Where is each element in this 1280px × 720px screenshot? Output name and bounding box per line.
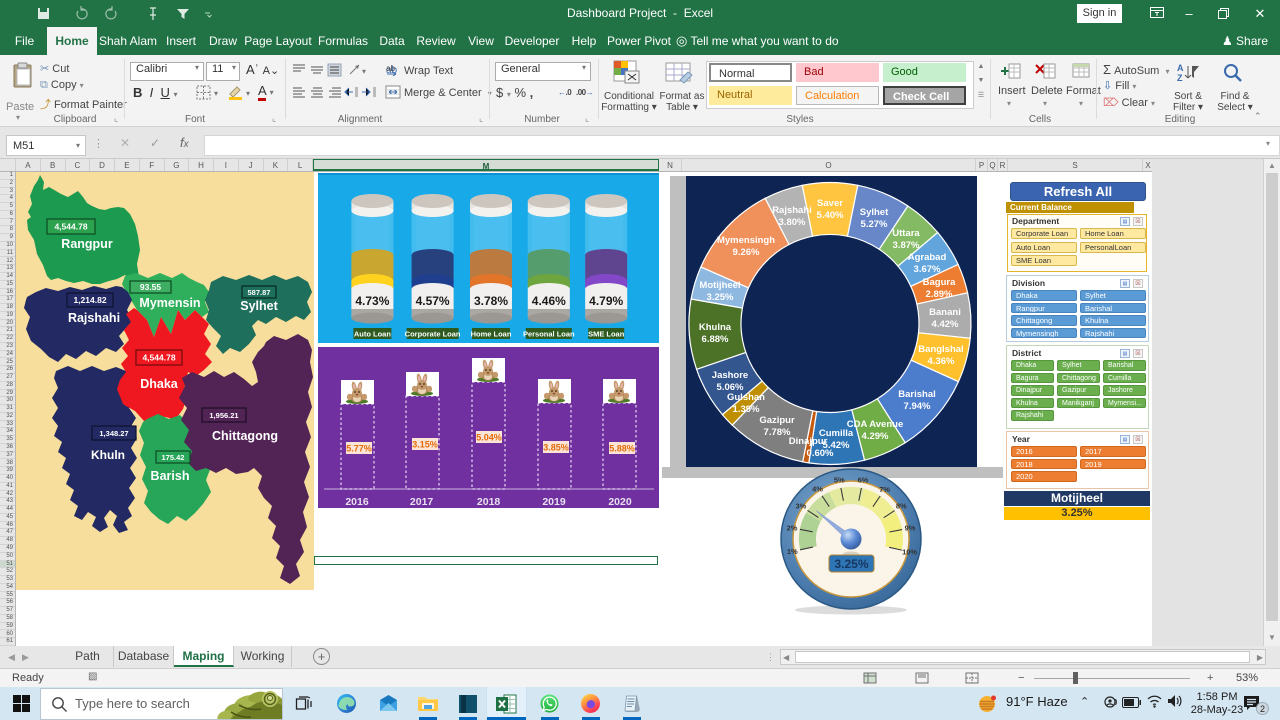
svg-text:Mymensin: Mymensin [139, 296, 200, 310]
svg-text:4%: 4% [812, 485, 823, 494]
svg-text:Dhaka: Dhaka [140, 377, 179, 391]
svg-text:3.25%: 3.25% [707, 292, 734, 303]
svg-text:1.39%: 1.39% [733, 404, 760, 415]
svg-text:Banani: Banani [929, 307, 961, 318]
svg-text:1%: 1% [787, 547, 798, 556]
svg-text:4,544.78: 4,544.78 [142, 353, 175, 363]
svg-text:6.88%: 6.88% [702, 334, 729, 345]
svg-text:3.25%: 3.25% [834, 557, 868, 571]
svg-text:4.79%: 4.79% [589, 294, 623, 308]
svg-text:Rajshahi: Rajshahi [68, 311, 120, 325]
svg-text:4,544.78: 4,544.78 [54, 222, 87, 232]
svg-text:5.40%: 5.40% [817, 210, 844, 221]
svg-text:5.77%: 5.77% [346, 444, 372, 454]
svg-text:2018: 2018 [477, 496, 501, 508]
svg-text:Dinajpur: Dinajpur [789, 436, 828, 447]
svg-text:CDA Avenue: CDA Avenue [847, 419, 903, 430]
svg-text:5.88%: 5.88% [609, 444, 635, 454]
svg-text:93.55: 93.55 [140, 282, 162, 292]
svg-text:3.85%: 3.85% [543, 443, 569, 453]
svg-text:Sylhet: Sylhet [860, 207, 889, 218]
svg-text:4.73%: 4.73% [355, 294, 389, 308]
svg-text:1,956.21: 1,956.21 [209, 411, 238, 420]
svg-text:3%: 3% [795, 502, 806, 511]
svg-text:Gazipur: Gazipur [759, 415, 795, 426]
svg-text:Uttara: Uttara [892, 228, 920, 239]
svg-text:2017: 2017 [410, 496, 434, 508]
svg-text:▾: ▾ [362, 67, 366, 76]
svg-text:2.89%: 2.89% [926, 289, 953, 300]
svg-text:Mymensingh: Mymensingh [717, 235, 775, 246]
svg-text:Personal Loan: Personal Loan [523, 330, 575, 339]
svg-text:0.60%: 0.60% [807, 448, 834, 459]
svg-text:3.87%: 3.87% [893, 240, 920, 251]
svg-text:8%: 8% [896, 502, 907, 511]
svg-text:Agrabad: Agrabad [908, 252, 947, 263]
svg-text:9%: 9% [905, 524, 916, 533]
svg-text:3.67%: 3.67% [914, 264, 941, 275]
svg-text:2019: 2019 [542, 496, 566, 508]
svg-text:3.78%: 3.78% [474, 294, 508, 308]
svg-text:9.26%: 9.26% [733, 247, 760, 258]
svg-text:5%: 5% [834, 476, 845, 485]
svg-text:4.29%: 4.29% [862, 431, 889, 442]
svg-text:1,348.27: 1,348.27 [99, 429, 128, 438]
svg-text:Z: Z [1177, 73, 1183, 83]
svg-text:7.94%: 7.94% [904, 401, 931, 412]
svg-text:A: A [1177, 63, 1184, 73]
svg-text:7%: 7% [879, 485, 890, 494]
svg-text:Bagura: Bagura [923, 277, 956, 288]
svg-text:Chittagong: Chittagong [212, 429, 278, 443]
svg-text:Gulshan: Gulshan [727, 392, 765, 403]
svg-text:3.80%: 3.80% [779, 217, 806, 228]
svg-text:Auto Loan: Auto Loan [354, 330, 391, 339]
svg-text:▾: ▾ [246, 89, 250, 98]
svg-text:4.46%: 4.46% [532, 294, 566, 308]
svg-text:Home Loan: Home Loan [471, 330, 512, 339]
svg-text:7.78%: 7.78% [764, 427, 791, 438]
svg-text:2%: 2% [787, 523, 798, 532]
svg-text:587.87: 587.87 [248, 288, 271, 297]
svg-text:Sylhet: Sylhet [240, 299, 278, 313]
svg-text:5.06%: 5.06% [717, 382, 744, 393]
svg-text:4.57%: 4.57% [416, 294, 450, 308]
svg-text:Barish: Barish [151, 469, 190, 483]
svg-text:▾: ▾ [214, 89, 218, 98]
svg-text:4.42%: 4.42% [932, 319, 959, 330]
svg-text:2016: 2016 [345, 496, 369, 508]
svg-text:Jashore: Jashore [712, 370, 748, 381]
svg-text:Motijheel: Motijheel [699, 280, 740, 291]
svg-text:Barishal: Barishal [898, 389, 936, 400]
svg-text:Banglshal: Banglshal [918, 344, 963, 355]
svg-text:Rangpur: Rangpur [61, 237, 113, 251]
svg-text:6%: 6% [858, 476, 869, 485]
svg-text:1,214.82: 1,214.82 [73, 295, 106, 305]
svg-text:Khulna: Khulna [699, 322, 732, 333]
svg-text:Corporate Loan: Corporate Loan [405, 330, 461, 339]
svg-text:175.42: 175.42 [162, 453, 185, 462]
svg-text:4.36%: 4.36% [928, 356, 955, 367]
svg-text:Saver: Saver [817, 198, 843, 209]
svg-text:5.04%: 5.04% [476, 433, 502, 443]
svg-text:10%: 10% [902, 547, 917, 556]
svg-text:Rajshahi: Rajshahi [772, 205, 812, 216]
svg-text:Khuln: Khuln [91, 448, 125, 462]
svg-text:5.27%: 5.27% [861, 219, 888, 230]
svg-text:ab: ab [386, 64, 395, 73]
svg-text:SME Loan: SME Loan [588, 330, 625, 339]
svg-text:2020: 2020 [608, 496, 632, 508]
svg-text:3.15%: 3.15% [412, 440, 438, 450]
